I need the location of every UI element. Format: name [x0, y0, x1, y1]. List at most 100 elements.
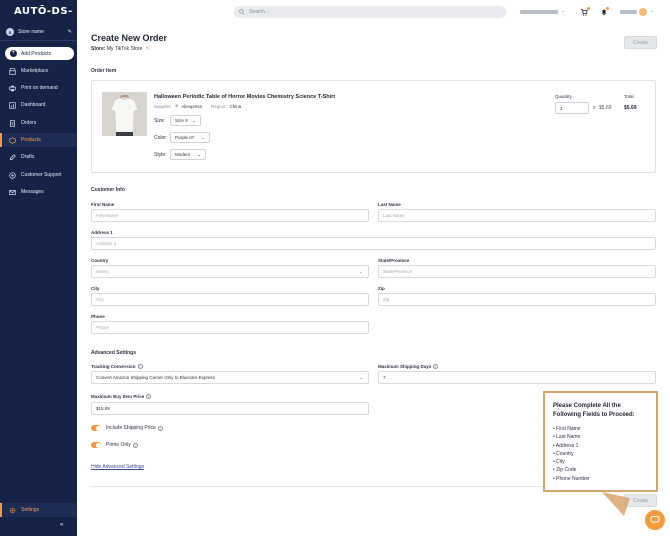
notification-dot [587, 7, 590, 10]
top-bar: Search... ⌄ ⌄ [77, 0, 670, 24]
chevron-down-icon: ⌄ [192, 117, 196, 123]
total-label: Total [624, 94, 634, 99]
store-selector[interactable]: S Store name ✎ [6, 27, 72, 37]
divider [0, 40, 77, 41]
info-icon[interactable]: i [137, 364, 143, 370]
last-name-label: Last Name [378, 202, 401, 207]
max-shipping-days-label: Maximum Shipping Days i [378, 364, 439, 370]
state-label: State/Province [378, 258, 410, 263]
section-order-item: Order Item [91, 68, 117, 74]
country-select[interactable]: Select ⌄ [91, 265, 369, 278]
callout-title: Please Complete All the Following Fields… [553, 403, 635, 418]
order-item-card: Halloween Periodic Table of Horror Movie… [91, 80, 656, 173]
chevron-down-icon[interactable]: ⌄ [650, 8, 654, 14]
account-balance [520, 10, 558, 14]
region-value: China [229, 103, 242, 109]
total-value: $5.69 [624, 105, 637, 111]
products-icon [9, 136, 16, 144]
max-shipping-days-field[interactable]: 7 [378, 371, 656, 384]
sidebar-item-customer-support[interactable]: Customer Support [0, 168, 77, 182]
sidebar-item-label: Dashboard [21, 102, 46, 108]
section-advanced-settings: Advanced Settings [91, 350, 137, 356]
supplier-line: Supplier: ⬗ Aliexpress Region: China [154, 103, 241, 109]
collapse-sidebar-icon[interactable]: « [60, 522, 63, 528]
chat-icon [650, 515, 660, 524]
state-field[interactable]: State/Province [378, 265, 656, 278]
list-item: Last Name [553, 433, 648, 441]
list-item: Address 1 [553, 442, 648, 450]
sidebar-item-marketplace[interactable]: Marketplace [0, 64, 77, 78]
size-value: Size S [175, 118, 189, 123]
info-icon[interactable]: i [146, 394, 152, 400]
orders-icon [9, 119, 16, 127]
list-item: Zip Code [553, 466, 648, 474]
zip-label: Zip [378, 286, 385, 291]
gear-icon [9, 507, 16, 514]
search-input[interactable]: Search... [234, 6, 506, 18]
avatar[interactable] [639, 8, 647, 16]
style-select[interactable]: Modern ⌄ [170, 149, 206, 160]
color-select[interactable]: Purple 07 ⌄ [170, 132, 210, 143]
list-item: City [553, 458, 648, 466]
list-item: Phone Number [553, 475, 648, 483]
sidebar-item-dashboard[interactable]: Dashboard [0, 98, 77, 112]
chevron-down-icon: ⌄ [358, 269, 363, 275]
address-label: Address 1 [91, 230, 113, 235]
info-icon[interactable]: i [433, 364, 439, 370]
size-select[interactable]: Size S ⌄ [170, 115, 201, 126]
first-name-field[interactable]: First Name [91, 209, 369, 222]
sidebar: AUTŌ-DS- S Store name ✎ + Add Products M… [0, 0, 77, 536]
sidebar-item-label: Drafts [21, 154, 35, 160]
product-title: Halloween Periodic Table of Horror Movie… [154, 94, 336, 100]
sidebar-item-settings[interactable]: Settings [0, 503, 77, 517]
info-icon[interactable]: i [132, 442, 138, 448]
edit-icon[interactable]: ✎ [68, 29, 72, 35]
edit-icon[interactable]: ✎ [146, 46, 150, 52]
create-button[interactable]: Create [624, 36, 657, 49]
dashboard-icon [9, 101, 16, 109]
phone-field[interactable]: Phone [91, 321, 369, 334]
city-field[interactable]: City [91, 293, 369, 306]
max-price-label-text: Maximum Buy Item Price [91, 394, 145, 399]
sidebar-item-label: Print on demand [21, 85, 58, 91]
store-avatar: S [6, 28, 14, 36]
zip-field[interactable]: Zip [378, 293, 656, 306]
page-title: Create New Order [91, 33, 168, 43]
tracking-label: Tracking Conversion i [91, 364, 143, 370]
sidebar-item-products[interactable]: Products [0, 133, 77, 147]
sidebar-item-messages[interactable]: Messages [0, 185, 77, 199]
section-customer-info: Customer Info [91, 187, 125, 193]
info-icon[interactable]: i [157, 425, 163, 431]
add-products-button[interactable]: + Add Products [5, 47, 74, 60]
chevron-down-icon: ⌄ [201, 134, 205, 140]
prime-only-row: Prime Only i [91, 442, 138, 448]
size-label: Size: [154, 117, 166, 124]
sidebar-item-orders[interactable]: Orders [0, 116, 77, 130]
include-shipping-toggle[interactable] [91, 425, 101, 431]
hide-advanced-settings-link[interactable]: Hide Advanced Settings [91, 464, 144, 470]
country-label: Country [91, 258, 109, 263]
supplier-value: Aliexpress [181, 103, 202, 109]
notification-dot [606, 7, 609, 10]
search-icon [239, 9, 245, 15]
chevron-down-icon[interactable]: ⌄ [561, 8, 565, 14]
sidebar-item-print-on-demand[interactable]: Print on demand [0, 81, 77, 95]
validation-callout: Please Complete All the Following Fields… [543, 391, 658, 492]
chat-button[interactable] [645, 510, 665, 530]
store-name: Store name [18, 29, 44, 35]
multiply-sign: x [593, 105, 596, 111]
quantity-input[interactable]: 1 [555, 102, 589, 114]
address-field[interactable]: Address 1 [91, 237, 656, 250]
tracking-conversion-select[interactable]: Convert Amazon Shipping Carrier Only to … [91, 371, 369, 384]
required-fields-list: First Name Last Name Address 1 Country C… [553, 425, 648, 483]
product-image [102, 92, 147, 136]
sidebar-item-drafts[interactable]: Drafts [0, 150, 77, 164]
sidebar-item-label: Settings [21, 507, 40, 513]
prime-only-label: Prime Only [106, 442, 131, 448]
max-days-label-text: Maximum Shipping Days [378, 364, 432, 369]
prime-only-toggle[interactable] [91, 442, 101, 448]
last-name-field[interactable]: Last Name [378, 209, 656, 222]
store-icon [9, 67, 16, 75]
max-buy-price-field[interactable]: $15.89 [91, 402, 369, 415]
variant-size: Size: Size S ⌄ [154, 115, 201, 126]
